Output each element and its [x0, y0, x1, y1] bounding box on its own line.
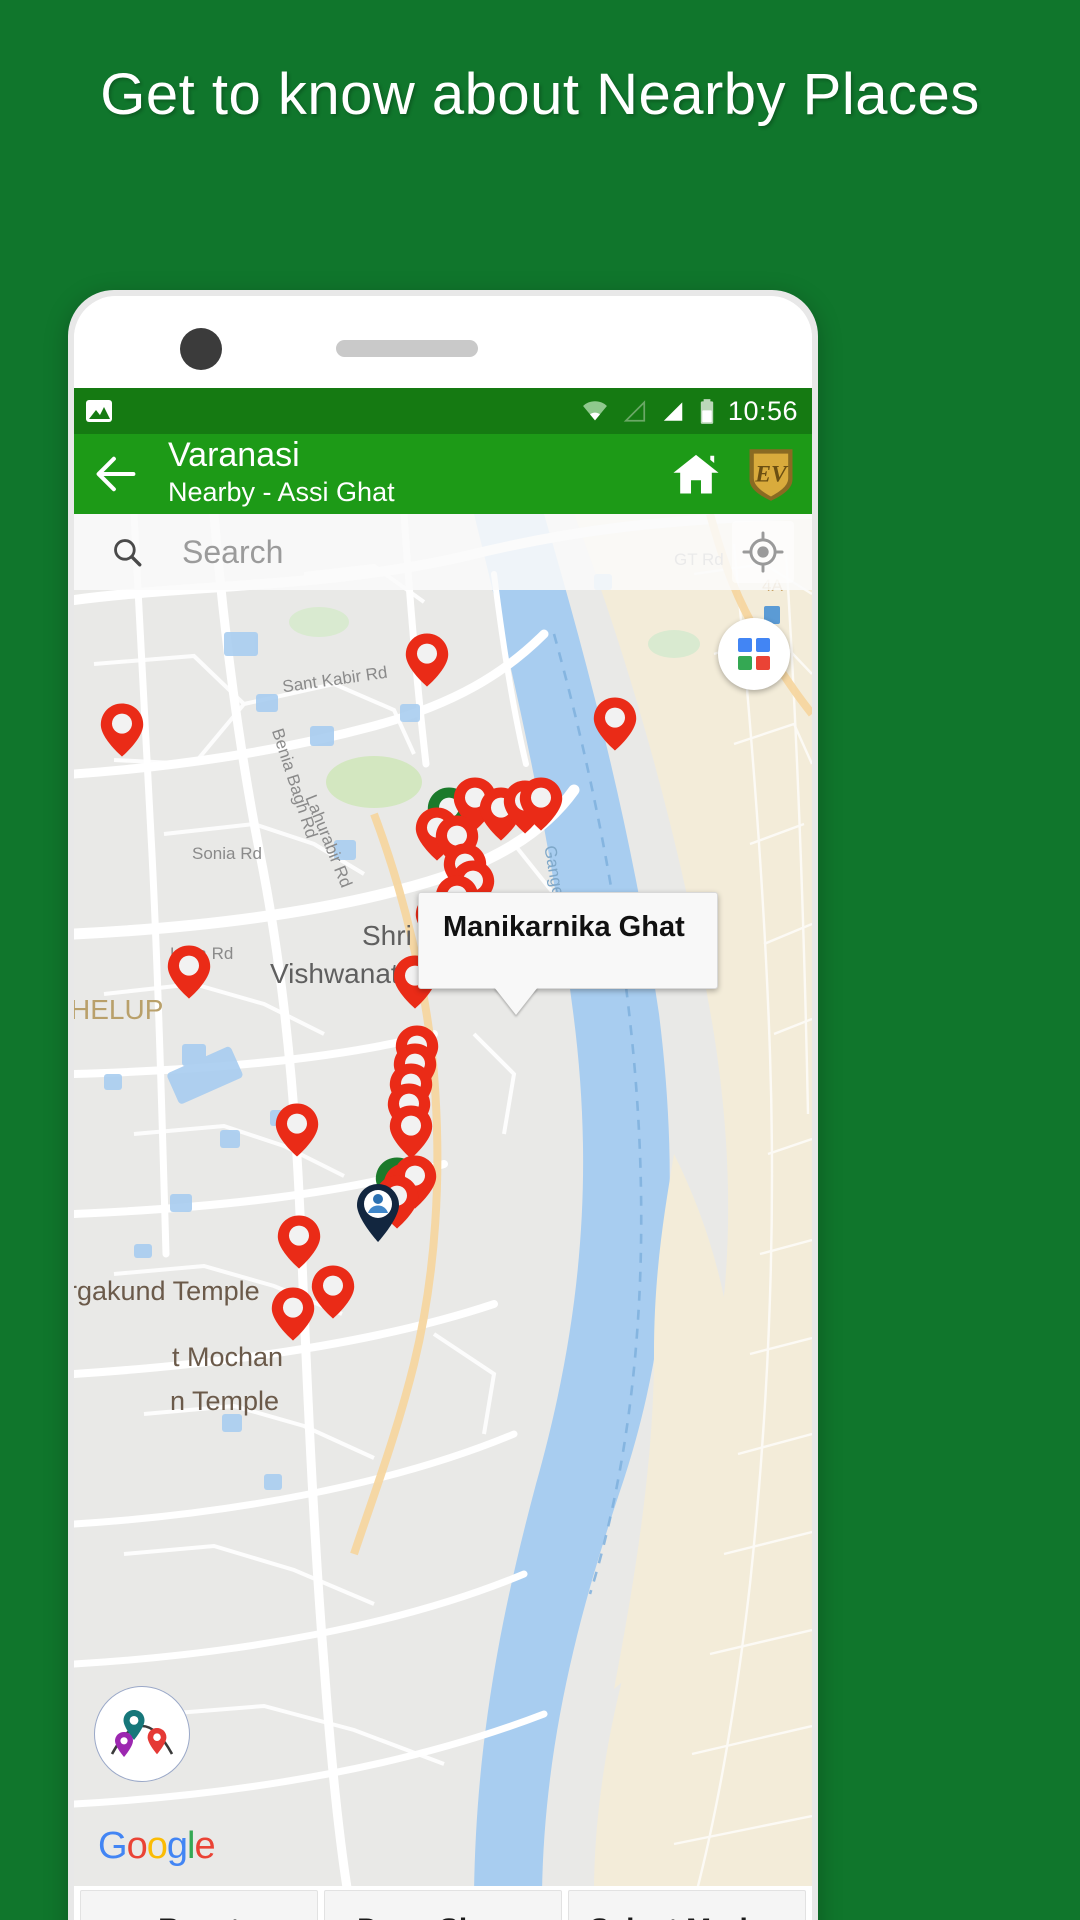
map-marker-pin[interactable] [404, 632, 450, 693]
earpiece-speaker [336, 340, 478, 357]
map-marker-pin[interactable] [518, 776, 564, 837]
three-pins-badge-icon [110, 1710, 174, 1757]
page-subtitle: Nearby - Assi Ghat [168, 477, 395, 508]
back-arrow-icon[interactable] [90, 448, 142, 500]
info-window-body: Manikarnika Ghat [418, 892, 718, 989]
map-layers-icon-square [738, 656, 752, 670]
google-letter: o [146, 1825, 168, 1867]
info-window-title: Manikarnika Ghat [443, 911, 685, 943]
map-marker-pin[interactable] [166, 944, 212, 1005]
app-bar-titles: Varanasi Nearby - Assi Ghat [168, 435, 395, 510]
search-bar[interactable]: Search [74, 514, 812, 590]
phone-bezel [74, 296, 812, 388]
status-bar: 10:56 [74, 388, 812, 434]
info-window-pointer [494, 987, 538, 1015]
photo-notification-icon [86, 400, 112, 422]
battery-icon [700, 398, 714, 424]
google-letter: G [98, 1825, 128, 1867]
app-bar: Varanasi Nearby - Assi Ghat EV [74, 434, 812, 514]
front-camera-icon [180, 328, 222, 370]
app-bar-actions: EV [668, 445, 798, 503]
status-bar-clock: 10:56 [727, 395, 798, 426]
app-screen: 10:56 Varanasi Nearby - Assi Ghat EV San… [74, 388, 812, 1920]
wifi-icon [583, 401, 607, 421]
map-marker-pin[interactable] [99, 702, 145, 763]
svg-text:EV: EV [754, 462, 789, 488]
map-marker-pin[interactable] [592, 696, 638, 757]
map-type-button[interactable] [718, 618, 790, 690]
ev-shield-logo-icon[interactable]: EV [744, 445, 798, 503]
google-letter: o [126, 1825, 148, 1867]
map-layers-icon-square [738, 638, 752, 652]
search-input[interactable]: Search [182, 534, 283, 571]
map-marker-pin[interactable] [270, 1286, 316, 1347]
map-layers-icon-square [756, 656, 770, 670]
map-marker-pin[interactable] [310, 1264, 356, 1325]
my-location-icon [742, 531, 784, 573]
select-marker-button[interactable]: Select Marker [568, 1890, 806, 1920]
map-marker-pin[interactable] [274, 1102, 320, 1163]
map-base-graphics [74, 514, 812, 1894]
signal-empty-icon [623, 400, 646, 422]
draw-shape-button[interactable]: Draw Shape [324, 1890, 562, 1920]
signal-full-icon [663, 402, 683, 421]
google-attribution: Google [98, 1825, 216, 1868]
status-bar-right: 10:56 [580, 396, 798, 427]
google-letter: g [166, 1825, 188, 1867]
page-title: Varanasi [168, 435, 300, 474]
marker-info-window[interactable]: Manikarnika Ghat [418, 892, 718, 1015]
map-canvas[interactable]: GT Rd 4A Sant Kabir Rd Benia Bagh Rd Lah… [74, 514, 812, 1894]
user-location-pin[interactable] [352, 1182, 404, 1249]
reset-button[interactable]: Reset [80, 1890, 318, 1920]
phone-frame: 10:56 Varanasi Nearby - Assi Ghat EV San… [68, 290, 818, 1920]
phone-screen-container: 10:56 Varanasi Nearby - Assi Ghat EV San… [74, 296, 812, 1920]
promo-headline: Get to know about Nearby Places [100, 62, 980, 127]
google-letter: e [194, 1825, 215, 1867]
app-logo-badge [94, 1686, 190, 1782]
home-icon[interactable] [668, 448, 724, 500]
status-bar-left [86, 400, 112, 422]
search-icon[interactable] [110, 535, 144, 569]
my-location-button[interactable] [732, 521, 794, 583]
map-layers-icon-square [756, 638, 770, 652]
bottom-action-bar: Reset Draw Shape Select Marker [74, 1886, 812, 1920]
